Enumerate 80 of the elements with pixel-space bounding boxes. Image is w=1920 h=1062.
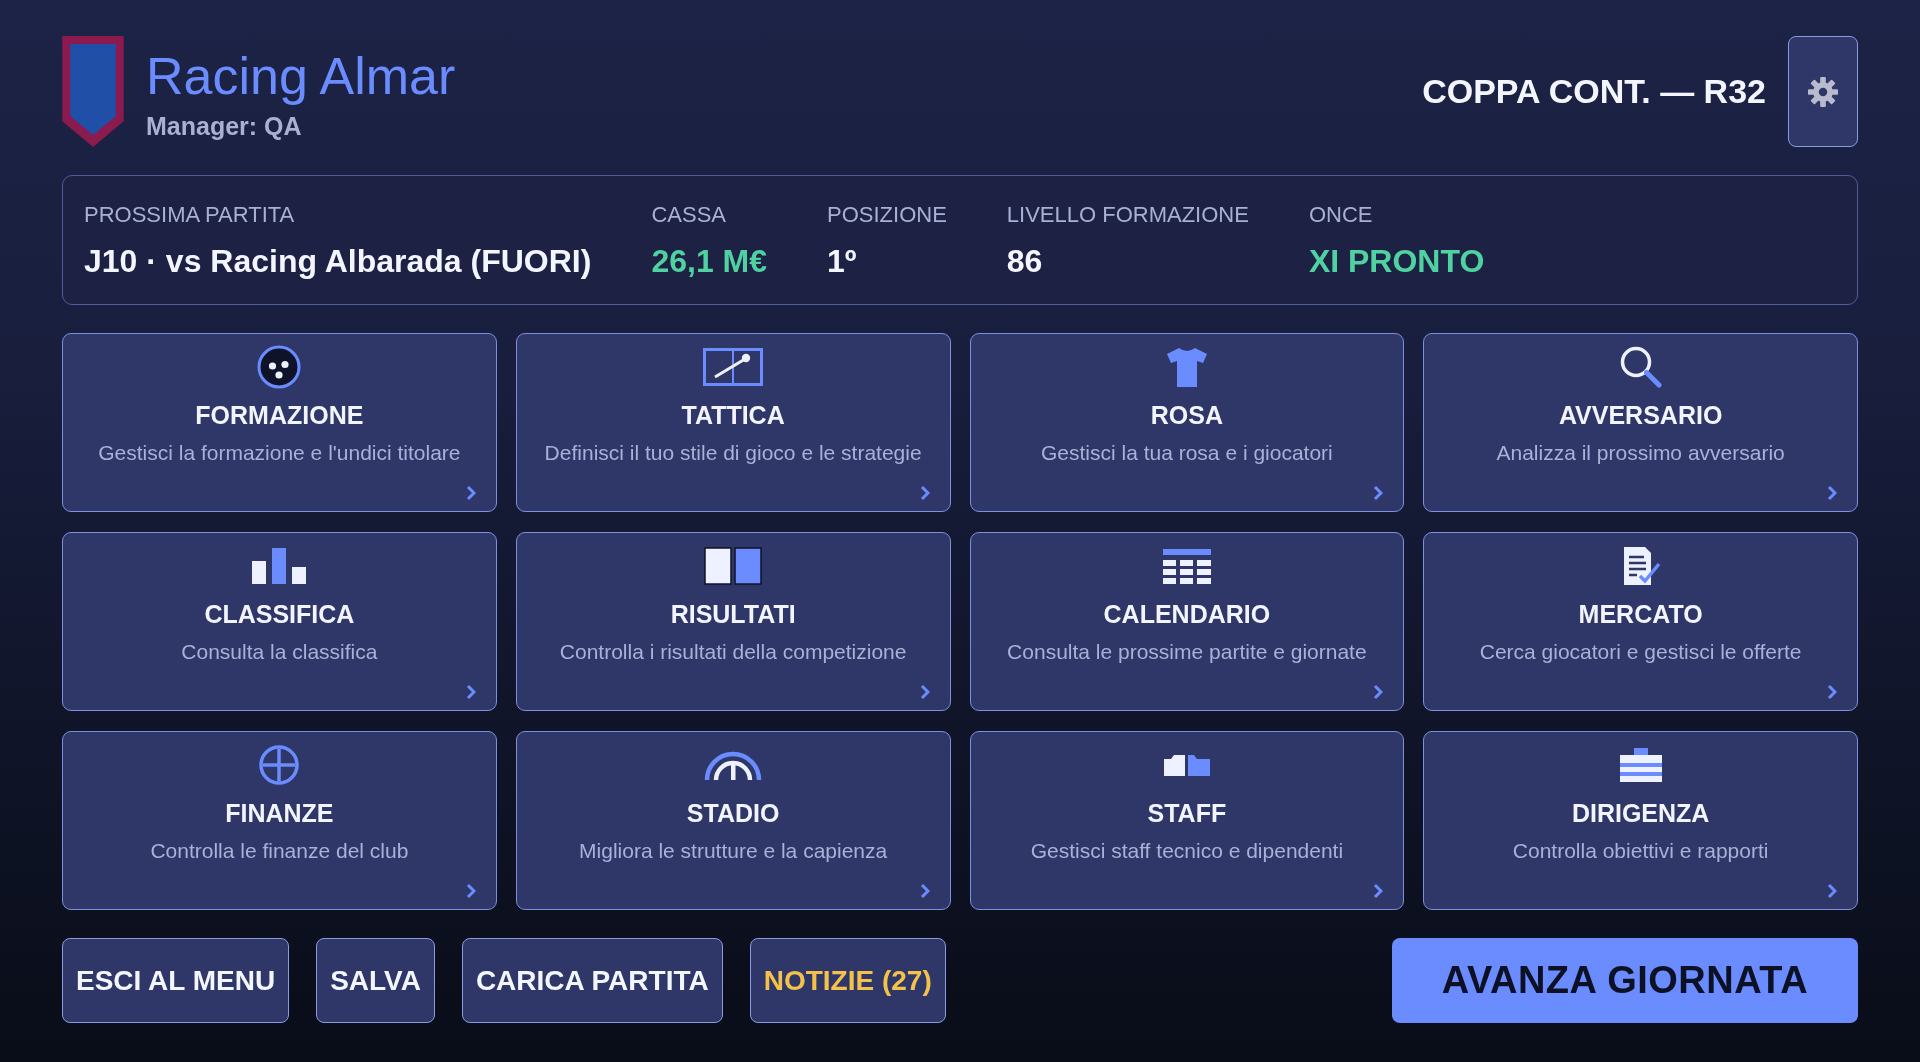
shield-icon	[62, 36, 124, 147]
menu-card[interactable]: RISULTATI Controlla i risultati della competizione	[515, 532, 951, 711]
card-title: FINANZE	[225, 798, 334, 829]
dotted-circle-icon	[257, 345, 302, 389]
plus-circle-icon	[259, 745, 300, 785]
menu-card[interactable]: CALENDARIO Consulta le prossime partite e giornate	[969, 532, 1405, 711]
two-panels-icon	[704, 547, 763, 585]
card-title: FORMAZIONE	[195, 400, 364, 431]
menu-button[interactable]: CARICA PARTITA	[461, 938, 723, 1023]
stat-label: PROSSIMA PARTITA	[84, 201, 296, 229]
chevron-icon	[465, 684, 476, 700]
card-description: Cerca giocatori e gestisci le offerte	[1479, 639, 1802, 665]
tactics-board-icon	[703, 348, 764, 386]
stat-label: ONCE	[1308, 201, 1374, 229]
bar-chart-icon	[252, 548, 307, 584]
competition-label: COPPA CONT. — R32	[1422, 72, 1766, 111]
menu-card[interactable]: STAFF Gestisci staff tecnico e dipendenti	[969, 731, 1405, 910]
card-title: CLASSIFICA	[204, 599, 355, 630]
menu-card[interactable]: CLASSIFICA Consulta la classifica	[62, 532, 497, 711]
chevron-icon	[1827, 684, 1837, 700]
stat-value: 26,1 M€	[651, 242, 767, 281]
settings-icon	[1808, 76, 1838, 107]
card-description: Consulta le prossime partite e giornate	[1007, 639, 1367, 665]
news-button[interactable]: NOTIZIE (27)	[749, 938, 946, 1023]
stat-label: LIVELLO FORMAZIONE	[1006, 201, 1249, 229]
chevron-icon	[1373, 485, 1384, 501]
card-description: Analizza il prossimo avversario	[1496, 440, 1785, 466]
card-description: Consulta la classifica	[181, 639, 378, 665]
club-name: Racing Almar	[146, 45, 456, 106]
card-description: Controlla obiettivi e rapporti	[1512, 838, 1769, 864]
card-title: RISULTATI	[670, 599, 796, 630]
search-icon	[1619, 346, 1662, 388]
chevron-icon	[1373, 684, 1384, 700]
shirt-icon	[1166, 347, 1207, 387]
stat-value: 1º	[827, 242, 858, 281]
stat-label: CASSA	[651, 201, 727, 229]
card-description: Migliora le strutture e la capienza	[579, 838, 888, 864]
menu-button[interactable]: ESCI AL MENU	[62, 938, 290, 1023]
chevron-icon	[919, 684, 930, 700]
chevron-icon	[465, 485, 476, 501]
chevron-icon	[1827, 883, 1837, 899]
card-description: Gestisci staff tecnico e dipendenti	[1030, 838, 1344, 864]
arch-gauge-icon	[704, 750, 763, 780]
card-title: AVVERSARIO	[1558, 400, 1723, 431]
stat-label: POSIZIONE	[827, 201, 947, 229]
chevron-icon	[919, 883, 930, 899]
menu-card[interactable]: DIRIGENZA Controlla obiettivi e rapporti	[1423, 731, 1858, 910]
briefcase-icon	[1619, 748, 1662, 782]
card-title: ROSA	[1150, 400, 1223, 431]
card-title: TATTICA	[681, 400, 785, 431]
card-description: Gestisci la formazione e l'undici titolare	[98, 440, 461, 466]
card-title: STADIO	[686, 798, 780, 829]
card-description: Gestisci la tua rosa e i giocatori	[1040, 440, 1333, 466]
card-title: DIRIGENZA	[1571, 798, 1710, 829]
advance-button[interactable]: AVANZA GIORNATA	[1392, 938, 1858, 1023]
chevron-icon	[1827, 485, 1837, 501]
stat-value: XI PRONTO	[1308, 242, 1485, 281]
folders-icon	[1163, 754, 1210, 776]
card-title: CALENDARIO	[1103, 599, 1271, 630]
chevron-icon	[465, 883, 476, 899]
menu-card[interactable]: AVVERSARIO Analizza il prossimo avversario	[1423, 333, 1858, 512]
menu-card[interactable]: TATTICA Definisci il tuo stile di gioco e le strategie	[515, 333, 951, 512]
stat-value: 86	[1006, 242, 1044, 281]
stat-value: J10 · vs Racing Albarada (FUORI)	[84, 242, 592, 281]
manager-label: Manager: QA	[146, 110, 303, 142]
menu-card[interactable]: FORMAZIONE Gestisci la formazione e l'undici titolare	[62, 333, 497, 512]
menu-card[interactable]: STADIO Migliora le strutture e la capienza	[515, 731, 951, 910]
chevron-icon	[919, 485, 930, 501]
menu-card[interactable]: ROSA Gestisci la tua rosa e i giocatori	[969, 333, 1405, 512]
card-description: Controlla le finanze del club	[150, 838, 409, 864]
menu-card[interactable]: MERCATO Cerca giocatori e gestisci le offerte	[1423, 532, 1858, 711]
menu-button[interactable]: SALVA	[316, 938, 435, 1023]
menu-card[interactable]: FINANZE Controlla le finanze del club	[62, 731, 497, 910]
chevron-icon	[1373, 883, 1384, 899]
settings-button[interactable]	[1788, 36, 1858, 147]
card-title: STAFF	[1147, 798, 1227, 829]
card-description: Controlla i risultati della competizione	[559, 639, 907, 665]
calendar-grid-icon	[1162, 548, 1211, 584]
card-title: MERCATO	[1578, 599, 1703, 630]
card-description: Definisci il tuo stile di gioco e le strategie	[544, 440, 922, 466]
